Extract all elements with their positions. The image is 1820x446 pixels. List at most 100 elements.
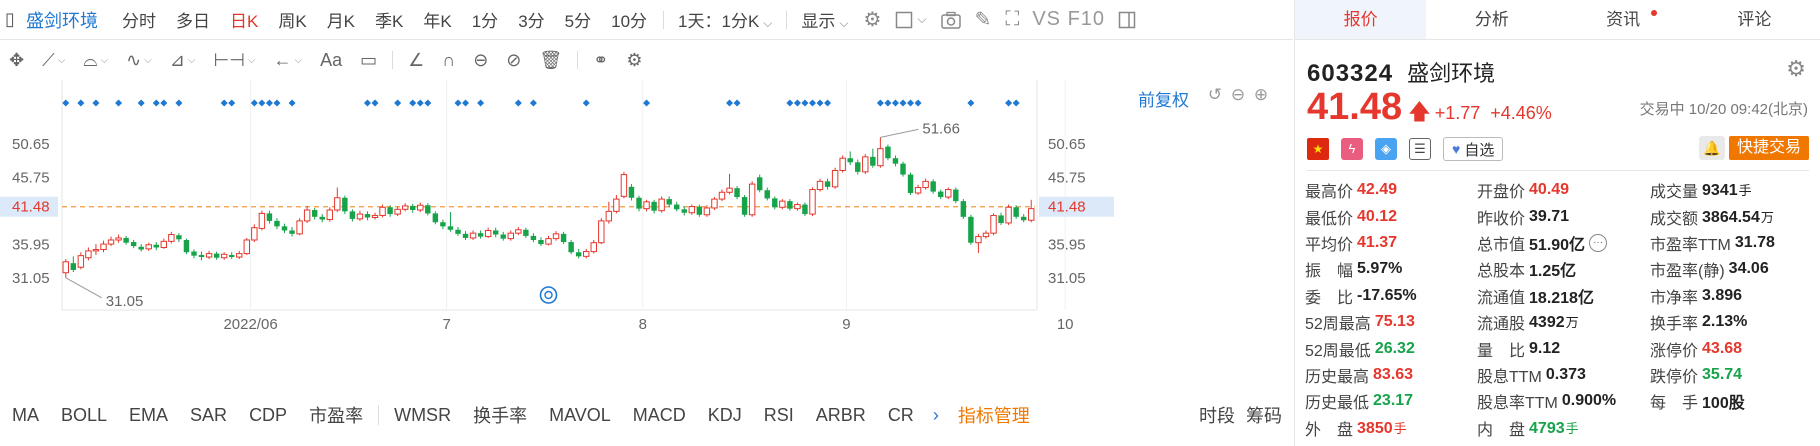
event-marker[interactable] (514, 99, 522, 107)
event-marker[interactable] (824, 99, 832, 107)
event-marker[interactable] (258, 99, 266, 107)
color-square-icon[interactable]: ⌵ (895, 11, 927, 29)
stock-name-link[interactable]: 盛剑环境 (26, 7, 98, 33)
camera-icon[interactable] (940, 11, 961, 29)
period-tab[interactable]: 5分 (565, 7, 591, 32)
indicator-item[interactable]: CR (888, 405, 914, 426)
adjust-mode-button[interactable]: 前复权 (1138, 86, 1189, 111)
event-marker[interactable] (220, 99, 228, 107)
indicator-item[interactable]: 换手率 (473, 402, 527, 428)
event-marker[interactable] (477, 99, 485, 107)
reset-icon[interactable]: ↺ (1206, 86, 1224, 104)
indicator-session[interactable]: 时段 (1199, 402, 1235, 428)
event-marker[interactable] (416, 99, 424, 107)
event-marker[interactable] (914, 99, 922, 107)
pencil-icon[interactable]: ✎ (975, 7, 992, 32)
period-tab[interactable]: 分时 (122, 7, 156, 32)
event-marker[interactable] (529, 99, 537, 107)
event-marker[interactable] (77, 99, 85, 107)
event-marker[interactable] (409, 99, 417, 107)
panel-tab[interactable]: 分析 (1426, 0, 1557, 39)
more-options-icon[interactable]: ··· (1589, 233, 1608, 252)
event-marker[interactable] (394, 99, 402, 107)
wave-icon[interactable]: ∿ ⌵ (126, 50, 152, 71)
display-dropdown[interactable]: 显示 ⌵ (801, 7, 848, 32)
indicator-item[interactable]: WMSR (394, 405, 451, 426)
event-marker[interactable] (582, 99, 590, 107)
event-marker[interactable] (152, 99, 160, 107)
polyline-icon[interactable]: ⌓ ⌵ (83, 50, 108, 71)
event-marker[interactable] (115, 99, 123, 107)
margin-icon[interactable]: ϟ (1341, 138, 1363, 160)
indicator-item[interactable]: BOLL (61, 405, 107, 426)
event-marker[interactable] (907, 99, 915, 107)
notes-icon[interactable]: ☰ (1409, 138, 1431, 160)
indicator-item[interactable]: ARBR (816, 405, 866, 426)
event-marker[interactable] (371, 99, 379, 107)
event-marker[interactable] (250, 99, 258, 107)
kline-chart[interactable]: 2022/06 7 8 9 10 50.65 50.65 45.75 45.75 41.48 41.… (0, 80, 1293, 392)
event-marker[interactable] (92, 99, 100, 107)
note-icon[interactable]: ▭ (360, 50, 377, 71)
pencil-icon[interactable]: ∠ (408, 50, 424, 71)
zoom-in-icon[interactable]: ⊕ (1252, 86, 1270, 104)
event-marker[interactable] (273, 99, 281, 107)
lock-icon[interactable]: ⊖ (473, 50, 488, 71)
fib-icon[interactable]: ⊿ ⌵ (170, 50, 196, 71)
event-marker[interactable] (726, 99, 734, 107)
event-marker[interactable] (808, 99, 816, 107)
range-select[interactable]: 1天：1分K ⌵ (678, 7, 772, 32)
event-marker[interactable] (1012, 99, 1020, 107)
magnet-icon[interactable]: ∩ (442, 50, 455, 71)
event-marker[interactable] (265, 99, 273, 107)
text-icon[interactable]: Aa (320, 50, 342, 71)
event-marker[interactable] (643, 99, 651, 107)
q-marker-icon[interactable] (539, 286, 558, 304)
add-watchlist-button[interactable]: ♥ 自选 (1443, 137, 1504, 161)
period-tab[interactable]: 月K (327, 7, 355, 32)
arrow-icon[interactable]: ← ⌵ (273, 50, 302, 71)
event-marker[interactable] (62, 99, 70, 107)
event-marker[interactable] (160, 99, 168, 107)
link-icon[interactable]: ⚭ (593, 50, 608, 71)
indicator-item[interactable]: MAVOL (549, 405, 611, 426)
event-marker[interactable] (1005, 99, 1013, 107)
event-marker[interactable] (733, 99, 741, 107)
chevron-right-icon[interactable]: › (933, 405, 939, 426)
event-marker[interactable] (899, 99, 907, 107)
indicator-item[interactable]: SAR (190, 405, 227, 426)
event-marker[interactable] (876, 99, 884, 107)
range-icon[interactable]: ⊢⊣ ⌵ (214, 50, 256, 71)
event-marker[interactable] (462, 99, 470, 107)
panel-tab[interactable]: 评论 (1689, 0, 1820, 39)
period-tab[interactable]: 多日 (176, 7, 210, 32)
settings-icon[interactable]: ⚙ (626, 50, 642, 71)
period-tab[interactable]: 日K (230, 7, 258, 32)
trash-icon[interactable]: 🗑 (539, 50, 562, 71)
event-marker[interactable] (454, 99, 462, 107)
indicator-chips[interactable]: 筹码 (1246, 402, 1282, 428)
event-marker[interactable] (891, 99, 899, 107)
period-tab[interactable]: 3分 (518, 7, 544, 32)
indicator-manager-button[interactable]: 指标管理 (958, 402, 1030, 428)
event-marker[interactable] (801, 99, 809, 107)
fullscreen-icon[interactable]: ⛶ (1005, 8, 1019, 31)
sidebar-toggle-icon[interactable]: ▯ (2, 9, 18, 31)
bell-icon[interactable]: 🔔 (1699, 136, 1725, 160)
event-marker[interactable] (884, 99, 892, 107)
quick-trade-button[interactable]: 快捷交易 (1728, 136, 1809, 160)
hide-icon[interactable]: ⊘ (506, 50, 521, 71)
panel-toggle-icon[interactable] (1118, 11, 1136, 29)
indicator-item[interactable]: KDJ (708, 405, 742, 426)
event-marker[interactable] (793, 99, 801, 107)
indicator-item[interactable]: EMA (129, 405, 168, 426)
indicator-item[interactable]: 市盈率 (309, 402, 363, 428)
period-tab[interactable]: 周K (278, 7, 306, 32)
period-tab[interactable]: 季K (375, 7, 403, 32)
indicator-item[interactable]: MACD (633, 405, 686, 426)
event-marker[interactable] (363, 99, 371, 107)
event-marker[interactable] (137, 99, 145, 107)
line-icon[interactable]: ⟋ ⌵ (42, 50, 65, 71)
event-marker[interactable] (786, 99, 794, 107)
move-icon[interactable]: ✥ (9, 50, 24, 71)
